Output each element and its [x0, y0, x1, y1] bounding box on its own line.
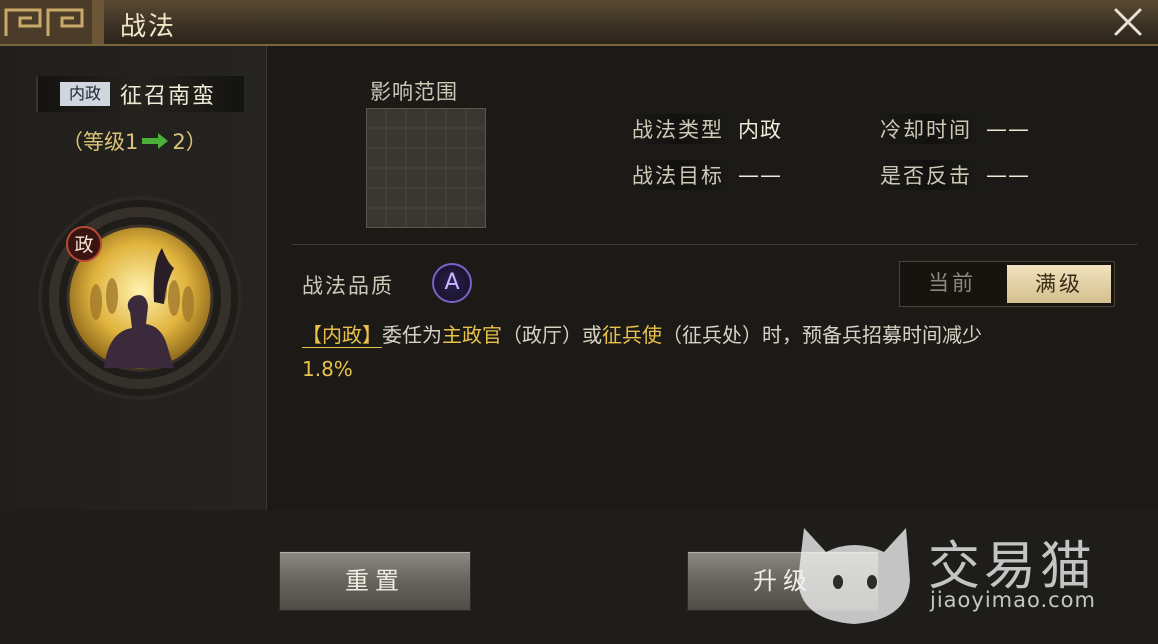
description-value: 1.8% [302, 357, 353, 381]
target-value: —— [738, 163, 782, 187]
description-part3: （征兵处）时，预备兵招募时间减少 [662, 323, 982, 347]
toggle-max-button[interactable]: 满级 [1007, 265, 1111, 303]
portrait-badge-label: 政 [74, 234, 93, 256]
level-view-toggle: 当前 满级 [899, 261, 1115, 307]
range-label: 影响范围 [370, 80, 458, 104]
skill-name: 征召南蛮 [120, 84, 217, 109]
info-row-counter: 是否反击 —— [880, 160, 1030, 190]
description-highlight-1: 主政官 [442, 323, 502, 347]
cooldown-label: 冷却时间 [880, 114, 980, 144]
watermark-url: jiaoyimao.com [930, 588, 1096, 612]
skill-description: 【内政】委任为主政官（政厅）或征兵使（征兵处）时，预备兵招募时间减少 1.8% [302, 318, 1132, 386]
counter-value: —— [986, 163, 1030, 187]
skill-name-box: 内政 征召南蛮 [36, 76, 244, 112]
quality-grade-badge: A [432, 263, 472, 303]
cooldown-value: —— [986, 117, 1030, 141]
info-row-type: 战法类型 内政 [632, 114, 782, 144]
skill-type-value: 内政 [738, 118, 782, 142]
title-ornament-icon [0, 0, 104, 44]
quality-label: 战法品质 [302, 274, 394, 298]
info-row-target: 战法目标 —— [632, 160, 782, 190]
skill-type-label: 战法类型 [632, 114, 732, 144]
level-from-label: （等级1 [62, 130, 139, 154]
description-highlight-2: 征兵使 [602, 323, 662, 347]
cat-logo-icon [798, 528, 910, 624]
counter-label: 是否反击 [880, 160, 980, 190]
skill-type-tag: 内政 [60, 82, 110, 106]
title-bar: 战法 [0, 0, 1158, 46]
info-row-cooldown: 冷却时间 —— [880, 114, 1030, 144]
description-tag: 【内政】 [302, 323, 382, 348]
reset-button[interactable]: 重置 [279, 551, 471, 611]
close-icon[interactable] [1112, 6, 1144, 38]
toggle-current-button[interactable]: 当前 [900, 262, 1004, 306]
skill-summary-panel: 内政 征召南蛮 （等级1 2） 政 [0, 46, 267, 510]
section-divider [292, 244, 1138, 245]
window-title: 战法 [120, 12, 177, 42]
description-part2: （政厅）或 [502, 323, 602, 347]
level-to-label: 2） [172, 130, 207, 154]
arrow-right-icon [142, 133, 169, 149]
watermark: 交易猫 jiaoyimao.com [790, 508, 1110, 628]
skill-level-line: （等级1 2） [62, 126, 207, 156]
range-grid [366, 108, 486, 228]
description-part1: 委任为 [382, 323, 442, 347]
skill-portrait: 政 [38, 196, 242, 400]
target-label: 战法目标 [632, 160, 732, 190]
